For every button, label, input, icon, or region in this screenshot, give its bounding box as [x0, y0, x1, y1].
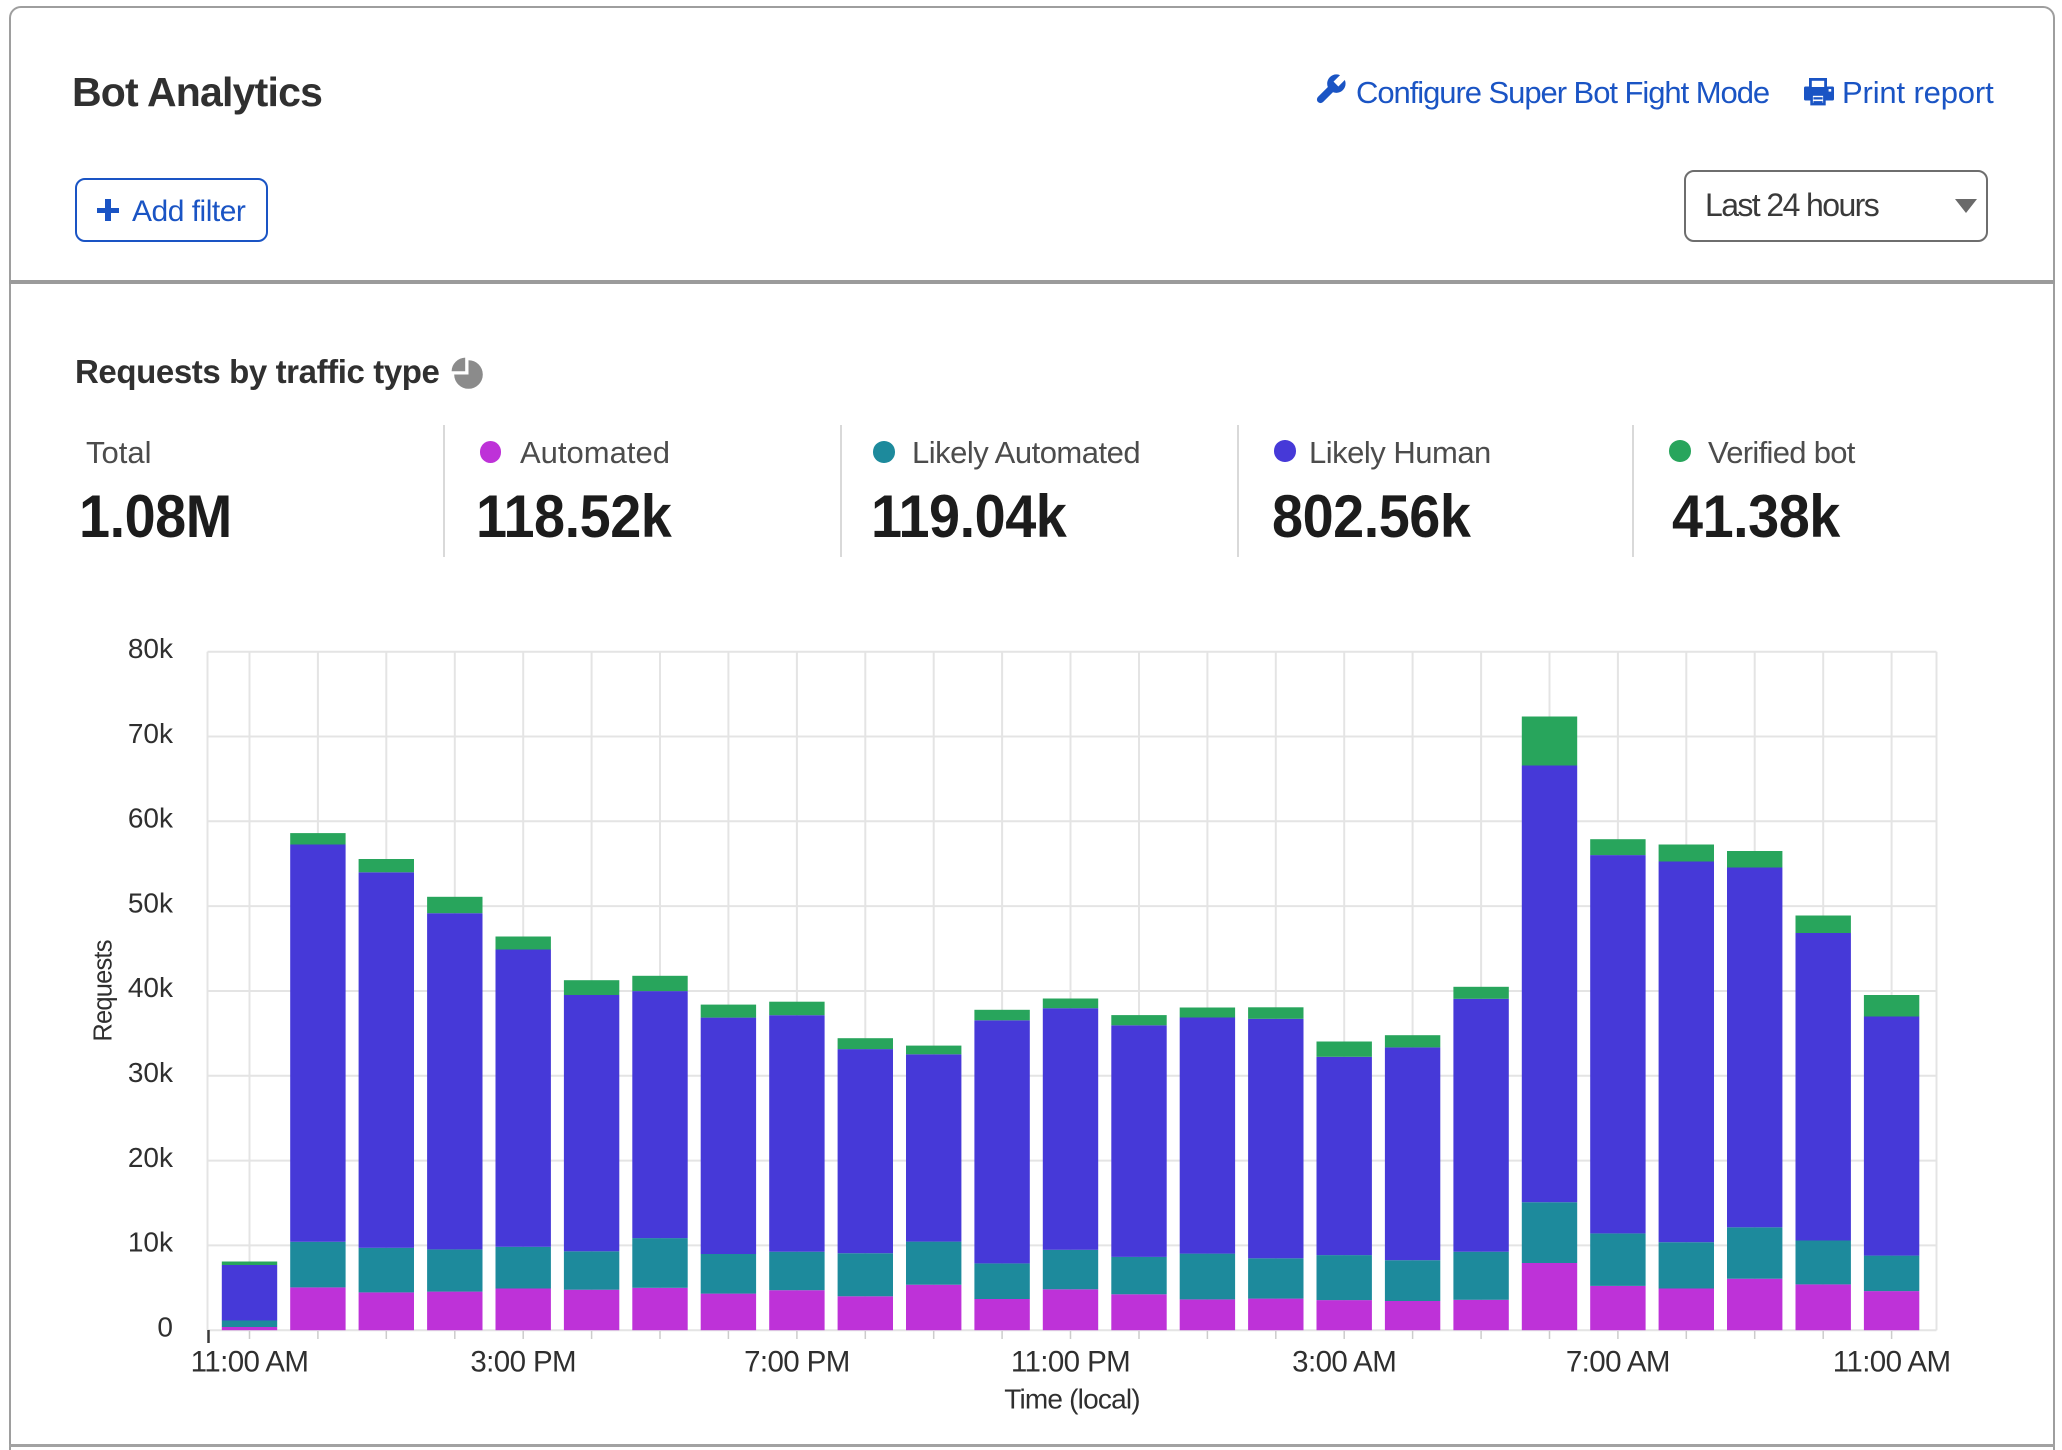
svg-text:20k: 20k	[128, 1142, 174, 1173]
svg-text:10k: 10k	[128, 1227, 174, 1258]
svg-text:Requests: Requests	[90, 940, 118, 1041]
svg-text:7:00 AM: 7:00 AM	[1566, 1346, 1670, 1379]
svg-text:60k: 60k	[128, 803, 174, 834]
svg-text:7:00 PM: 7:00 PM	[744, 1346, 850, 1379]
svg-text:3:00 PM: 3:00 PM	[470, 1346, 576, 1379]
svg-text:0: 0	[157, 1312, 173, 1343]
svg-text:50k: 50k	[128, 887, 174, 918]
svg-text:40k: 40k	[128, 972, 174, 1003]
svg-text:30k: 30k	[128, 1057, 174, 1088]
svg-text:3:00 AM: 3:00 AM	[1292, 1346, 1396, 1379]
svg-text:11:00 AM: 11:00 AM	[1833, 1346, 1951, 1379]
svg-text:70k: 70k	[128, 718, 174, 749]
svg-text:11:00 AM: 11:00 AM	[191, 1346, 309, 1379]
svg-text:Time (local): Time (local)	[1004, 1384, 1140, 1415]
svg-text:80k: 80k	[128, 633, 174, 664]
svg-text:11:00 PM: 11:00 PM	[1011, 1346, 1130, 1379]
